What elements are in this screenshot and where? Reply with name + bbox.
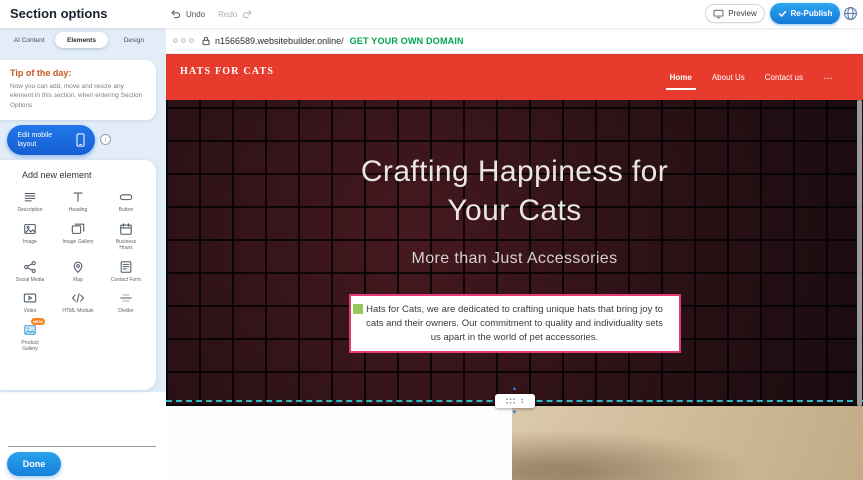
preview-button[interactable]: Preview bbox=[705, 4, 765, 23]
html-module-icon bbox=[71, 290, 85, 306]
nav-more-icon[interactable]: … bbox=[823, 72, 833, 82]
window-dot-icon bbox=[181, 38, 186, 43]
add-element-business-hours[interactable]: Business Hours bbox=[102, 219, 150, 254]
tab-elements[interactable]: Elements bbox=[55, 32, 107, 48]
add-element-image-gallery[interactable]: Image Gallery bbox=[54, 219, 102, 254]
redo-icon[interactable] bbox=[242, 9, 253, 20]
window-dot-icon bbox=[189, 38, 194, 43]
site-logo[interactable]: HATS FOR CATS bbox=[180, 66, 274, 77]
browser-chrome: n1566589.websitebuilder.online/ GET YOUR… bbox=[166, 28, 863, 54]
edit-mobile-layout-button[interactable]: Edit mobile layout bbox=[7, 125, 95, 155]
sidebar-divider bbox=[8, 446, 156, 447]
tip-title: Tip of the day: bbox=[10, 68, 146, 78]
add-element-html-module[interactable]: HTML Module bbox=[54, 288, 102, 317]
site-header: HATS FOR CATS Home About Us Contact us … bbox=[166, 54, 863, 100]
nav-contact-us[interactable]: Contact us bbox=[765, 73, 803, 82]
resize-updown-icon: ↕ bbox=[520, 397, 524, 405]
app-window: Section options Undo Redo Preview Re-Pub… bbox=[0, 0, 863, 480]
add-element-social-media[interactable]: Social Media bbox=[6, 257, 54, 286]
add-panel-title: Add new element bbox=[22, 170, 150, 180]
site-url: n1566589.websitebuilder.online/ bbox=[215, 36, 344, 46]
heading-icon bbox=[71, 189, 85, 205]
video-icon bbox=[23, 290, 37, 306]
resize-arrow-down-icon: ▼ bbox=[512, 410, 518, 416]
sidebar-tabs: AI Content Elements Design bbox=[3, 32, 160, 48]
hero-body-text: Hats for Cats, we are dedicated to craft… bbox=[366, 304, 663, 343]
hero-text-box[interactable]: Hats for Cats, we are dedicated to craft… bbox=[349, 294, 681, 353]
business-hours-icon bbox=[119, 221, 133, 237]
undo-icon[interactable] bbox=[170, 9, 181, 20]
button-icon bbox=[119, 189, 133, 205]
add-element-image[interactable]: Image bbox=[6, 219, 54, 254]
add-element-heading[interactable]: Heading bbox=[54, 187, 102, 216]
nav-home[interactable]: Home bbox=[670, 73, 692, 82]
info-icon[interactable]: i bbox=[100, 134, 111, 145]
social-media-icon bbox=[23, 259, 37, 275]
description-icon bbox=[23, 189, 37, 205]
divider-icon bbox=[119, 290, 133, 306]
topbar: Section options Undo Redo Preview Re-Pub… bbox=[0, 0, 863, 28]
hero-section: Crafting Happiness for Your Cats More th… bbox=[166, 100, 863, 406]
add-element-divider[interactable]: Divider bbox=[102, 288, 150, 317]
image-icon bbox=[23, 221, 37, 237]
grip-dots-icon bbox=[505, 397, 516, 405]
window-dot-icon bbox=[173, 38, 178, 43]
republish-button[interactable]: Re-Publish bbox=[770, 3, 840, 24]
resize-arrow-up-icon: ▲ bbox=[512, 386, 518, 392]
tip-body: Now you can add, move and resize any ele… bbox=[10, 82, 146, 110]
contact-form-icon bbox=[119, 259, 133, 275]
edit-mobile-layout-label: Edit mobile layout bbox=[18, 131, 70, 149]
phone-icon bbox=[76, 133, 85, 147]
site-preview: n1566589.websitebuilder.online/ GET YOUR… bbox=[166, 28, 863, 480]
redo-button[interactable]: Redo bbox=[218, 10, 237, 19]
add-element-video[interactable]: Video bbox=[6, 288, 54, 317]
element-grid: Description Heading Button Image Image G bbox=[6, 187, 150, 355]
add-element-product-gallery[interactable]: NEW Product Gallery bbox=[6, 320, 54, 355]
undo-redo-group: Undo Redo bbox=[170, 0, 253, 28]
check-icon bbox=[778, 9, 787, 18]
add-element-description[interactable]: Description bbox=[6, 187, 54, 216]
hero-heading[interactable]: Crafting Happiness for Your Cats bbox=[350, 152, 680, 230]
get-domain-link[interactable]: GET YOUR OWN DOMAIN bbox=[350, 36, 464, 46]
done-button[interactable]: Done bbox=[7, 452, 61, 476]
add-element-map[interactable]: Map bbox=[54, 257, 102, 286]
new-badge: NEW bbox=[31, 318, 45, 325]
nav-about-us[interactable]: About Us bbox=[712, 73, 745, 82]
add-element-button[interactable]: Button bbox=[102, 187, 150, 216]
section-resize-handle[interactable]: ↕ bbox=[495, 394, 535, 408]
lock-icon bbox=[202, 36, 210, 46]
sidebar: AI Content Elements Design Tip of the da… bbox=[0, 28, 166, 480]
add-new-element-panel: Add new element Description Heading Butt… bbox=[0, 160, 156, 390]
image-gallery-icon bbox=[71, 221, 85, 237]
language-globe-icon[interactable] bbox=[843, 6, 858, 26]
tab-design[interactable]: Design bbox=[108, 32, 160, 48]
hero-subheading[interactable]: More than Just Accessories bbox=[166, 250, 863, 268]
preview-scrollbar[interactable] bbox=[857, 100, 862, 406]
add-element-contact-form[interactable]: Contact Form bbox=[102, 257, 150, 286]
next-section-image bbox=[512, 406, 863, 480]
window-dots bbox=[173, 38, 194, 43]
republish-button-label: Re-Publish bbox=[791, 9, 833, 18]
selection-handle[interactable] bbox=[353, 304, 363, 314]
map-pin-icon bbox=[71, 259, 85, 275]
page-title: Section options bbox=[10, 6, 108, 21]
undo-button[interactable]: Undo bbox=[186, 10, 205, 19]
monitor-icon bbox=[713, 9, 724, 19]
tip-of-the-day-card: Tip of the day: Now you can add, move an… bbox=[0, 60, 156, 120]
tab-ai-content[interactable]: AI Content bbox=[3, 32, 55, 48]
site-nav: Home About Us Contact us … bbox=[670, 54, 833, 100]
preview-button-label: Preview bbox=[728, 9, 756, 18]
